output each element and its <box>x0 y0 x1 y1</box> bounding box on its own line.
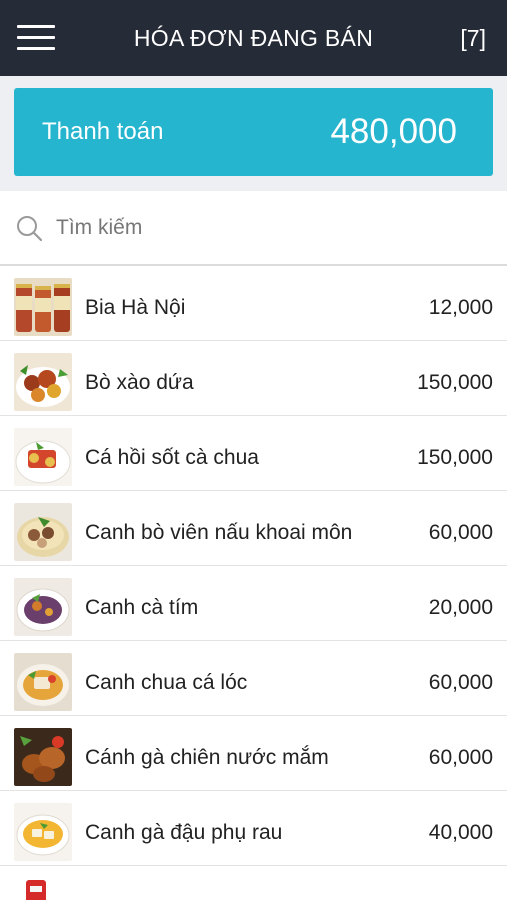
page-title: HÓA ĐƠN ĐANG BÁN <box>133 25 374 51</box>
item-price: 40,000 <box>428 821 493 844</box>
item-name: Canh gà đậu phụ rau <box>85 821 283 844</box>
list-item[interactable]: Canh chua cá lóc 60,000 <box>0 641 507 716</box>
checkout-button[interactable]: Thanh toán 480,000 <box>14 88 493 176</box>
list-item[interactable]: Canh gà đậu phụ rau 40,000 <box>0 791 507 866</box>
payment-area: Thanh toán 480,000 <box>0 76 507 191</box>
item-price: 60,000 <box>428 671 493 694</box>
product-image <box>14 653 72 711</box>
item-name: Cá hồi sốt cà chua <box>85 446 259 469</box>
list-item[interactable]: Bia Hà Nội 12,000 <box>0 266 507 341</box>
product-image <box>14 578 72 636</box>
item-price: 12,000 <box>428 296 493 319</box>
product-image <box>14 878 72 900</box>
list-item[interactable]: Canh bò viên nấu khoai môn 60,000 <box>0 491 507 566</box>
item-price: 150,000 <box>417 446 493 469</box>
list-item[interactable] <box>0 866 507 900</box>
search-input[interactable] <box>56 209 476 247</box>
product-image <box>14 803 72 861</box>
total-amount: 480,000 <box>330 112 457 151</box>
product-image <box>14 428 72 486</box>
item-name: Bò xào dứa <box>85 371 194 394</box>
item-price: 150,000 <box>417 371 493 394</box>
list-item[interactable]: Canh cà tím 20,000 <box>0 566 507 641</box>
item-name: Canh chua cá lóc <box>85 671 248 694</box>
product-list: Bia Hà Nội 12,000 Bò xào dứa 150,000 Cá … <box>0 266 507 900</box>
checkout-label: Thanh toán <box>42 118 164 145</box>
product-image <box>14 278 72 336</box>
item-price: 60,000 <box>428 521 493 544</box>
list-item[interactable]: Cá hồi sốt cà chua 150,000 <box>0 416 507 491</box>
search-icon[interactable] <box>16 215 42 241</box>
product-image <box>14 353 72 411</box>
app-header: HÓA ĐƠN ĐANG BÁN [7] <box>0 0 507 76</box>
list-item[interactable]: Bò xào dứa 150,000 <box>0 341 507 416</box>
search-bar <box>0 191 507 266</box>
item-name: Canh bò viên nấu khoai môn <box>85 521 353 544</box>
product-image <box>14 503 72 561</box>
list-item[interactable]: Cánh gà chiên nước mắm 60,000 <box>0 716 507 791</box>
hamburger-menu-icon[interactable] <box>17 25 55 51</box>
item-price: 60,000 <box>428 746 493 769</box>
item-name: Cánh gà chiên nước mắm <box>85 746 329 769</box>
invoice-count-badge[interactable]: [7] <box>460 0 486 76</box>
product-image <box>14 728 72 786</box>
item-name: Bia Hà Nội <box>85 296 186 319</box>
item-name: Canh cà tím <box>85 596 199 619</box>
item-price: 20,000 <box>428 596 493 619</box>
